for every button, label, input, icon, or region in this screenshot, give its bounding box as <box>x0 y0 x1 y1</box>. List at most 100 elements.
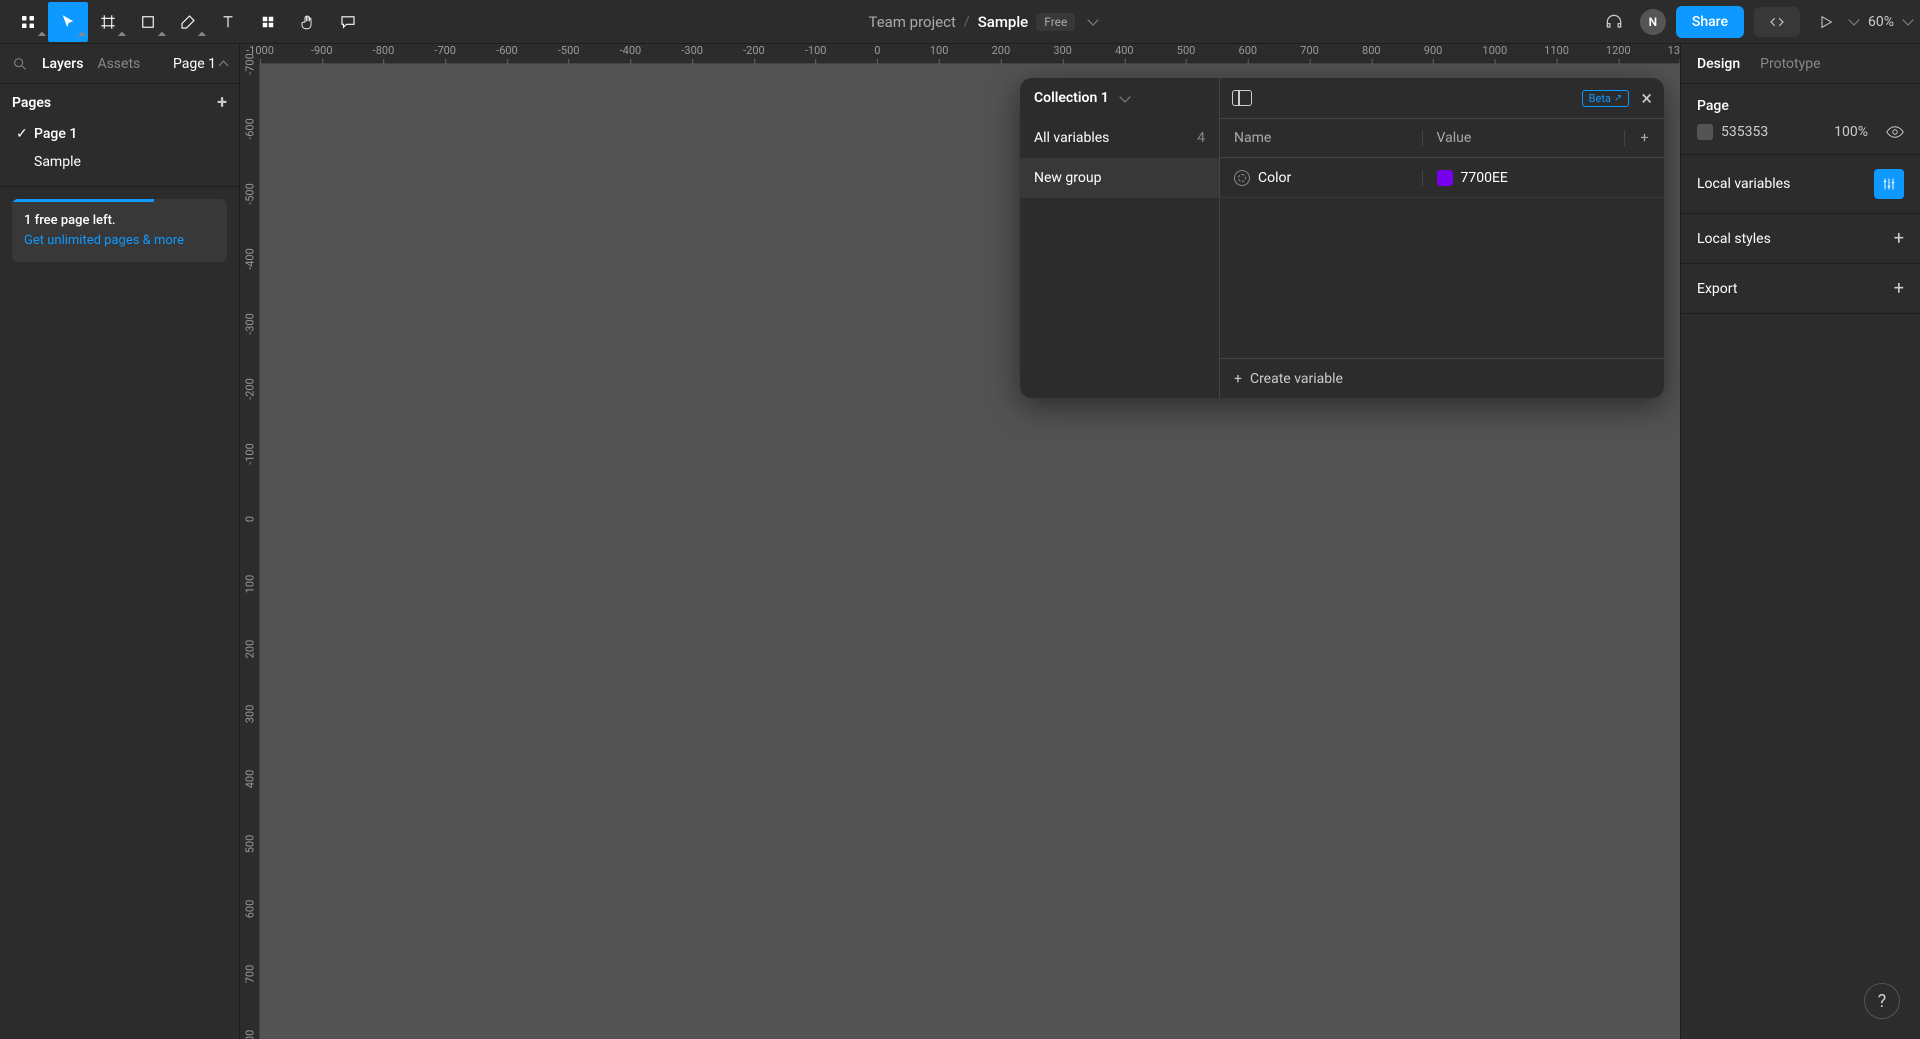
ruler-tick: -200 <box>240 378 260 400</box>
text-tool[interactable] <box>208 2 248 42</box>
main-menu-button[interactable] <box>8 2 48 42</box>
add-style-button[interactable]: + <box>1894 228 1904 249</box>
tab-assets[interactable]: Assets <box>97 56 140 72</box>
ruler-tick: 400 <box>1115 44 1134 64</box>
local-variables-button[interactable] <box>1874 169 1904 199</box>
ruler-tick: -300 <box>681 44 703 64</box>
ruler-horizontal: -1000-900-800-700-600-500-400-300-200-10… <box>260 44 1680 64</box>
ruler-tick: 0 <box>874 44 880 64</box>
ruler-tick: 0 <box>240 516 260 522</box>
breadcrumb-file[interactable]: Sample <box>978 13 1029 31</box>
rectangle-icon <box>139 13 157 31</box>
page-item[interactable]: Sample <box>12 148 227 176</box>
ruler-tick: 600 <box>240 900 260 919</box>
plus-icon: + <box>1234 371 1242 387</box>
zoom-value: 60% <box>1868 14 1894 30</box>
ruler-tick: 1300 <box>1668 44 1680 64</box>
resources-tool[interactable] <box>248 2 288 42</box>
color-swatch <box>1437 170 1453 186</box>
panel-toggle-button[interactable] <box>1232 90 1252 106</box>
shape-tool[interactable] <box>128 2 168 42</box>
tab-prototype[interactable]: Prototype <box>1760 56 1820 72</box>
page-name: Sample <box>34 154 81 170</box>
tab-design[interactable]: Design <box>1697 56 1740 72</box>
visibility-toggle[interactable] <box>1886 126 1904 138</box>
upsell-progress <box>12 199 154 202</box>
variable-group-all[interactable]: All variables 4 <box>1020 118 1219 158</box>
page-bg-swatch[interactable] <box>1697 124 1713 140</box>
ruler-tick: -600 <box>496 44 518 64</box>
user-avatar[interactable]: N <box>1640 9 1666 35</box>
zoom-control[interactable]: 60% <box>1868 14 1912 30</box>
page-bg-hex[interactable]: 535353 <box>1721 124 1768 140</box>
export-label: Export <box>1697 281 1737 297</box>
headphones-icon <box>1604 12 1624 32</box>
ruler-tick: -200 <box>743 44 765 64</box>
present-chevron[interactable] <box>1848 14 1859 25</box>
check-icon: ✓ <box>16 126 28 142</box>
frame-icon <box>99 13 117 31</box>
frame-tool[interactable] <box>88 2 128 42</box>
variable-name: Color <box>1258 170 1291 186</box>
collection-name[interactable]: Collection 1 <box>1034 90 1109 106</box>
variable-row[interactable]: Color 7700EE <box>1220 158 1664 198</box>
local-variables-label: Local variables <box>1697 176 1790 192</box>
collection-chevron[interactable] <box>1119 91 1130 102</box>
text-icon <box>219 13 237 31</box>
breadcrumb-project[interactable]: Team project <box>868 13 955 31</box>
hand-tool[interactable] <box>288 2 328 42</box>
local-styles-label: Local styles <box>1697 231 1771 247</box>
create-variable-button[interactable]: + Create variable <box>1220 358 1664 398</box>
page-selector[interactable]: Page 1 <box>173 56 227 72</box>
ruler-tick: 500 <box>240 835 260 854</box>
ruler-tick: 800 <box>240 1030 260 1039</box>
plan-badge: Free <box>1036 13 1075 31</box>
present-button[interactable] <box>1810 6 1842 38</box>
beta-badge[interactable]: Beta <box>1582 90 1630 107</box>
voice-button[interactable] <box>1598 6 1630 38</box>
column-header-value: Value <box>1422 130 1625 146</box>
cursor-icon <box>59 13 77 31</box>
variables-sidebar: Collection 1 All variables 4 New group <box>1020 78 1220 398</box>
pen-icon <box>179 13 197 31</box>
ruler-tick: 200 <box>992 44 1011 64</box>
ruler-tick: 900 <box>1424 44 1443 64</box>
ruler-tick: 700 <box>1300 44 1319 64</box>
upsell-card: 1 free page left. Get unlimited pages & … <box>12 199 227 262</box>
top-toolbar: Team project / Sample Free N Share 60% <box>0 0 1920 44</box>
page-item[interactable]: ✓ Page 1 <box>12 120 227 148</box>
ruler-tick: 100 <box>930 44 949 64</box>
ruler-tick: -300 <box>240 313 260 335</box>
add-page-button[interactable]: + <box>217 94 227 112</box>
ruler-tick: -400 <box>240 248 260 270</box>
page-bg-opacity[interactable]: 100% <box>1834 124 1868 140</box>
file-menu-chevron[interactable] <box>1088 14 1099 25</box>
variable-group-new[interactable]: New group <box>1020 158 1219 198</box>
ruler-tick: 1200 <box>1606 44 1631 64</box>
ruler-tick: -500 <box>558 44 580 64</box>
comment-tool[interactable] <box>328 2 368 42</box>
search-icon[interactable] <box>12 56 28 72</box>
ruler-tick: 700 <box>240 965 260 984</box>
upsell-link[interactable]: Get unlimited pages & more <box>24 231 215 251</box>
hand-icon <box>299 13 317 31</box>
ruler-tick: 300 <box>240 705 260 724</box>
help-button[interactable]: ? <box>1864 983 1900 1019</box>
tab-layers[interactable]: Layers <box>42 56 83 72</box>
ruler-tick: -100 <box>805 44 827 64</box>
move-tool[interactable] <box>48 2 88 42</box>
left-panel: Layers Assets Page 1 Pages + ✓ Page 1 Sa… <box>0 44 240 1039</box>
resources-icon <box>259 13 277 31</box>
ruler-tick: 600 <box>1239 44 1258 64</box>
right-panel: Design Prototype Page 535353 100% Local … <box>1680 44 1920 1039</box>
add-export-button[interactable]: + <box>1894 278 1904 299</box>
ruler-tick: -700 <box>434 44 456 64</box>
pen-tool[interactable] <box>168 2 208 42</box>
ruler-tick: -400 <box>620 44 642 64</box>
dev-mode-button[interactable] <box>1754 7 1800 37</box>
play-icon <box>1818 14 1834 30</box>
add-mode-button[interactable]: + <box>1624 130 1664 146</box>
ruler-tick: -900 <box>311 44 333 64</box>
share-button[interactable]: Share <box>1676 6 1744 38</box>
close-button[interactable]: × <box>1641 88 1652 108</box>
